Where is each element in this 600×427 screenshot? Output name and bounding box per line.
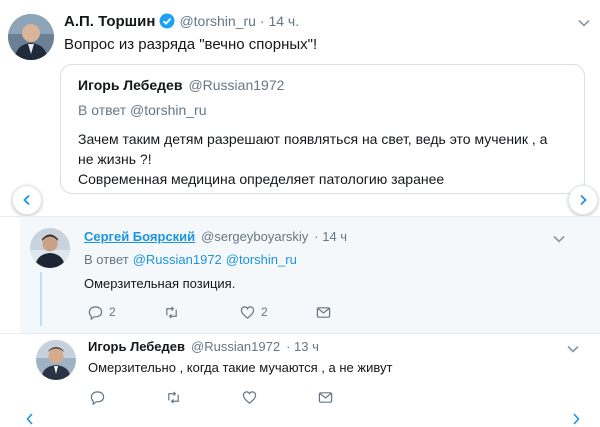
reply-icon [88,305,103,320]
like-button[interactable]: 2 [240,304,268,320]
retweet-icon [166,305,177,319]
chevron-down-icon[interactable] [577,16,591,30]
avatar-boyarsky[interactable] [30,228,70,268]
tweet-text: Вопрос из разряда "вечно спорных"! [64,36,318,53]
like-count: 2 [261,305,268,319]
reply-timestamp[interactable]: · 14 ч [314,229,347,244]
tweet-author-name[interactable]: А.П. Торшин [64,13,155,30]
direct-message-icon [316,306,331,318]
retweet-button[interactable] [164,304,185,320]
reply-to-prefix: В ответ [84,252,129,267]
quoted-author-handle: @Russian1972 [188,77,285,93]
direct-message-icon [318,391,333,403]
reply-author-name[interactable]: Игорь Лебедев [88,339,185,354]
carousel-next-button[interactable] [568,185,598,215]
quoted-text-line-3: Современная медицина определяет патологи… [78,171,445,187]
chevron-down-icon[interactable] [566,342,580,356]
chevron-right-icon [580,194,587,206]
reply-count: 2 [109,305,116,319]
like-icon [242,390,257,404]
carousel-prev-button[interactable] [24,412,36,426]
direct-message-button[interactable] [318,389,333,405]
chevron-down-icon[interactable] [552,232,566,246]
chevron-right-icon [573,413,580,425]
avatar-torshin[interactable] [8,14,54,60]
like-button[interactable] [242,389,257,405]
reply-mention-russian1972[interactable]: @Russian1972 [133,252,222,267]
reply-author-name[interactable]: Сергей Боярский [84,229,195,244]
reply-author-handle[interactable]: @sergeyboyarskiy [201,229,308,244]
quoted-reply-to: В ответ @torshin_ru [78,102,207,118]
thread-connector-line [40,272,42,326]
tweet-timestamp[interactable]: · 14 ч. [260,13,299,29]
quoted-author-name: Игорь Лебедев [78,77,183,93]
quoted-text-line-1: Зачем таким детям разрешают появляться н… [78,131,548,147]
reply-text: Омерзительная позиция. [84,276,236,291]
tweet-author-handle[interactable]: @torshin_ru [179,13,255,29]
carousel-prev-button[interactable] [12,185,42,215]
section-divider [0,333,600,334]
verified-badge-icon [159,13,175,29]
avatar-lebedev[interactable] [36,340,76,380]
retweet-icon [168,390,179,404]
like-icon [240,305,255,319]
chevron-left-icon [26,413,33,425]
reply-text: Омерзительно , когда такие мучаются , а … [88,360,393,375]
reply-timestamp[interactable]: · 13 ч [286,339,319,354]
reply-icon [90,390,105,405]
reply-button[interactable] [90,389,105,405]
reply-author-handle[interactable]: @Russian1972 [191,339,280,354]
direct-message-button[interactable] [316,304,331,320]
reply-button[interactable]: 2 [88,304,116,320]
reply-mention-torshin[interactable]: @torshin_ru [226,252,297,267]
quoted-text-line-2: не жизнь ?! [78,151,152,167]
carousel-next-button[interactable] [570,412,582,426]
chevron-left-icon [23,194,30,206]
retweet-button[interactable] [166,389,181,405]
